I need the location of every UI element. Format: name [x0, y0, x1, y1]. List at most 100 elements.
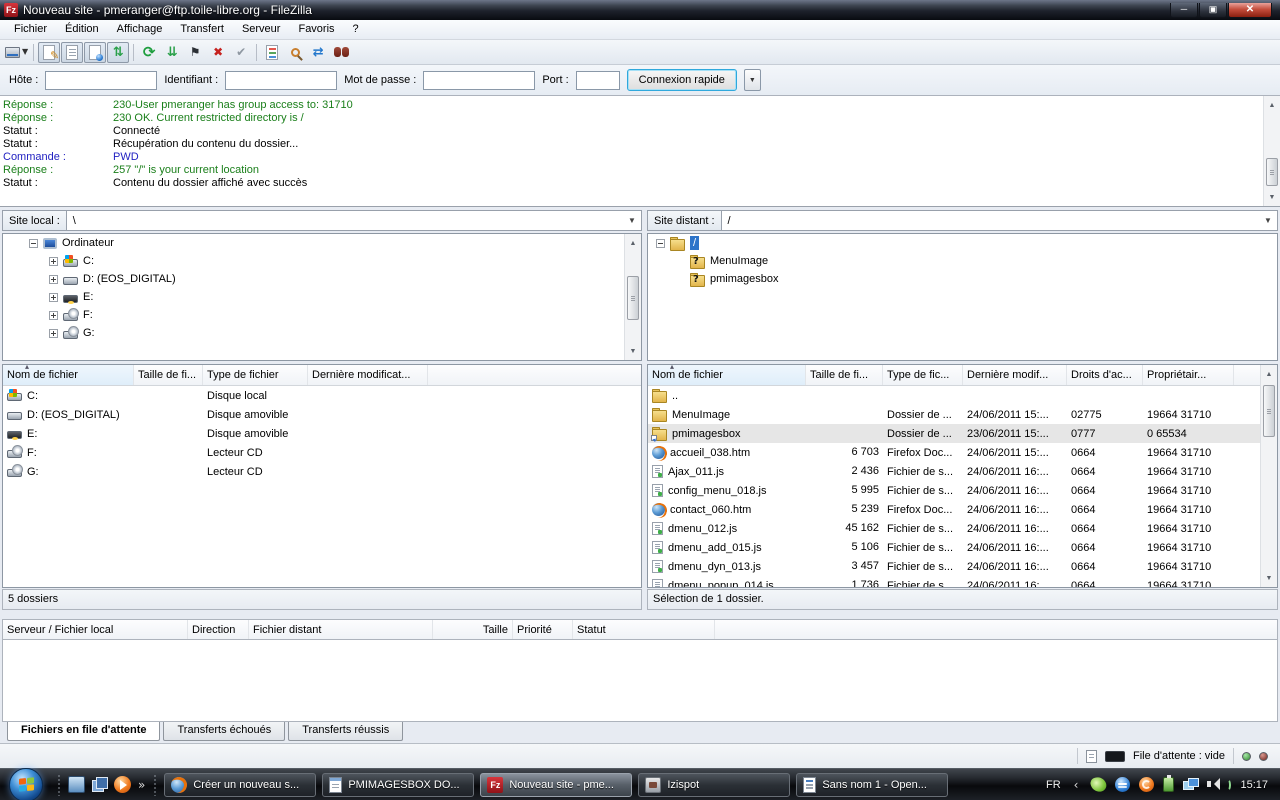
tree-item-menuimage[interactable]: ? MenuImage	[648, 252, 1277, 270]
tree-item-ordinateur[interactable]: Ordinateur	[3, 234, 641, 252]
quicklaunch-grip[interactable]	[57, 774, 61, 796]
tray-volume-icon[interactable]	[1207, 777, 1222, 792]
user-input[interactable]	[225, 71, 337, 90]
taskbar-button-openoffice[interactable]: Sans nom 1 - Open...	[796, 773, 948, 797]
file-row[interactable]: E: Disque amovible	[3, 424, 641, 443]
column-header-size[interactable]: Taille de fi...	[134, 365, 203, 385]
site-manager-button[interactable]: ▼	[4, 42, 29, 63]
tray-network-icon[interactable]	[1183, 777, 1198, 792]
collapse-icon[interactable]	[29, 239, 38, 248]
taskbar-button-notepad[interactable]: PMIMAGESBOX DO...	[322, 773, 474, 797]
local-tree-scrollbar[interactable]: ▲ ▼	[624, 234, 641, 360]
taskbar-button-filezilla[interactable]: Fz Nouveau site - pme...	[480, 773, 632, 797]
expand-icon[interactable]	[49, 329, 58, 338]
file-row[interactable]: Ajax_011.js 2 436 Fichier de s... 24/06/…	[648, 462, 1277, 481]
directory-comparison-button[interactable]	[284, 42, 306, 63]
tray-leaf-icon[interactable]	[1090, 775, 1109, 794]
toggle-remote-tree-button[interactable]	[84, 42, 106, 63]
toggle-message-log-button[interactable]	[38, 42, 60, 63]
queue-col-remote-file[interactable]: Fichier distant	[249, 620, 433, 639]
tray-power-icon[interactable]	[1163, 777, 1174, 792]
taskbar-button-izispot[interactable]: Izispot	[638, 773, 790, 797]
scroll-down-icon[interactable]: ▼	[1261, 570, 1277, 586]
restore-button[interactable]: ▣	[1199, 3, 1227, 18]
queue-col-size[interactable]: Taille	[433, 620, 513, 639]
port-input[interactable]	[576, 71, 620, 90]
expand-icon[interactable]	[49, 257, 58, 266]
queue-inactive-light-icon[interactable]	[1259, 752, 1268, 761]
tree-item-drive-g[interactable]: G:	[3, 324, 641, 342]
password-input[interactable]	[423, 71, 535, 90]
combo-dropdown-icon[interactable]: ▼	[623, 211, 641, 230]
tree-item-root[interactable]: /	[648, 234, 1277, 252]
tray-expand-chevron[interactable]: ‹	[1074, 778, 1079, 792]
column-header-modified[interactable]: Dernière modif...	[963, 365, 1067, 385]
transfer-type-icon[interactable]	[1086, 750, 1097, 763]
file-row[interactable]: G: Lecteur CD	[3, 462, 641, 481]
disconnect-button[interactable]: ✖	[207, 42, 229, 63]
file-row[interactable]: dmenu_add_015.js 5 106 Fichier de s... 2…	[648, 538, 1277, 557]
column-header-size[interactable]: Taille de fi...	[806, 365, 883, 385]
tree-item-pmimagesbox[interactable]: ? pmimagesbox	[648, 270, 1277, 288]
menu-affichage[interactable]: Affichage	[108, 20, 172, 40]
expand-icon[interactable]	[49, 275, 58, 284]
column-header-type[interactable]: Type de fichier	[203, 365, 308, 385]
taskbar-clock[interactable]: 15:17	[1240, 779, 1268, 791]
remote-path-value[interactable]: /	[722, 211, 1259, 230]
tab-queued-files[interactable]: Fichiers en file d'attente	[7, 722, 160, 741]
file-row[interactable]: F: Lecteur CD	[3, 443, 641, 462]
show-desktop-icon[interactable]	[68, 776, 85, 793]
collapse-icon[interactable]	[656, 239, 665, 248]
menu-edition[interactable]: Édition	[56, 20, 108, 40]
scroll-up-icon[interactable]: ▲	[625, 235, 641, 251]
queue-col-direction[interactable]: Direction	[188, 620, 249, 639]
file-row[interactable]: dmenu_dyn_013.js 3 457 Fichier de s... 2…	[648, 557, 1277, 576]
scrollbar-thumb[interactable]	[1263, 385, 1275, 437]
find-files-button[interactable]	[330, 42, 352, 63]
file-row[interactable]: C: Disque local	[3, 386, 641, 405]
directory-filters-button[interactable]	[261, 42, 283, 63]
scroll-down-icon[interactable]: ▼	[625, 343, 641, 359]
scroll-up-icon[interactable]: ▲	[1264, 97, 1280, 113]
column-header-type[interactable]: Type de fic...	[883, 365, 963, 385]
scroll-down-icon[interactable]: ▼	[1264, 189, 1280, 205]
switch-windows-icon[interactable]	[91, 776, 108, 793]
column-header-permissions[interactable]: Droits d'ac...	[1067, 365, 1143, 385]
taskband-grip[interactable]	[153, 774, 157, 796]
menu-aide[interactable]: ?	[344, 20, 368, 40]
taskbar-button-firefox[interactable]: Créer un nouveau s...	[164, 773, 316, 797]
expand-icon[interactable]	[49, 293, 58, 302]
menu-favoris[interactable]: Favoris	[289, 20, 343, 40]
file-row[interactable]: MenuImage Dossier de ... 24/06/2011 15:.…	[648, 405, 1277, 424]
encryption-badge-icon[interactable]	[1105, 751, 1125, 762]
cancel-operation-button[interactable]: ⚑	[184, 42, 206, 63]
file-row[interactable]: config_menu_018.js 5 995 Fichier de s...…	[648, 481, 1277, 500]
column-header-owner[interactable]: Propriétair...	[1143, 365, 1234, 385]
scroll-up-icon[interactable]: ▲	[1261, 366, 1277, 382]
toggle-local-tree-button[interactable]	[61, 42, 83, 63]
log-scrollbar[interactable]: ▲ ▼	[1263, 96, 1280, 206]
quickconnect-dropdown[interactable]: ▼	[744, 69, 761, 91]
tree-item-drive-d[interactable]: D: (EOS_DIGITAL)	[3, 270, 641, 288]
tree-item-drive-c[interactable]: C:	[3, 252, 641, 270]
queue-col-local-file[interactable]: Serveur / Fichier local	[3, 620, 188, 639]
file-row-parent-dir[interactable]: ..	[648, 386, 1277, 405]
queue-col-priority[interactable]: Priorité	[513, 620, 573, 639]
scrollbar-thumb[interactable]	[627, 276, 639, 320]
start-button[interactable]	[9, 768, 43, 800]
local-path-value[interactable]: \	[67, 211, 623, 230]
tree-item-drive-e[interactable]: E:	[3, 288, 641, 306]
remote-list-scrollbar[interactable]: ▲ ▼	[1260, 365, 1277, 587]
tray-messenger-icon[interactable]	[1115, 777, 1130, 792]
expand-icon[interactable]	[49, 311, 58, 320]
synchronized-browsing-button[interactable]: ⇄	[307, 42, 329, 63]
file-row[interactable]: contact_060.htm 5 239 Firefox Doc... 24/…	[648, 500, 1277, 519]
host-input[interactable]	[45, 71, 157, 90]
menu-fichier[interactable]: Fichier	[5, 20, 56, 40]
combo-dropdown-icon[interactable]: ▼	[1259, 211, 1277, 230]
scrollbar-thumb[interactable]	[1266, 158, 1278, 186]
column-header-name[interactable]: Nom de fichier	[648, 365, 806, 385]
column-header-modified[interactable]: Dernière modificat...	[308, 365, 428, 385]
process-queue-button[interactable]: ⇊	[161, 42, 183, 63]
queue-active-light-icon[interactable]	[1242, 752, 1251, 761]
